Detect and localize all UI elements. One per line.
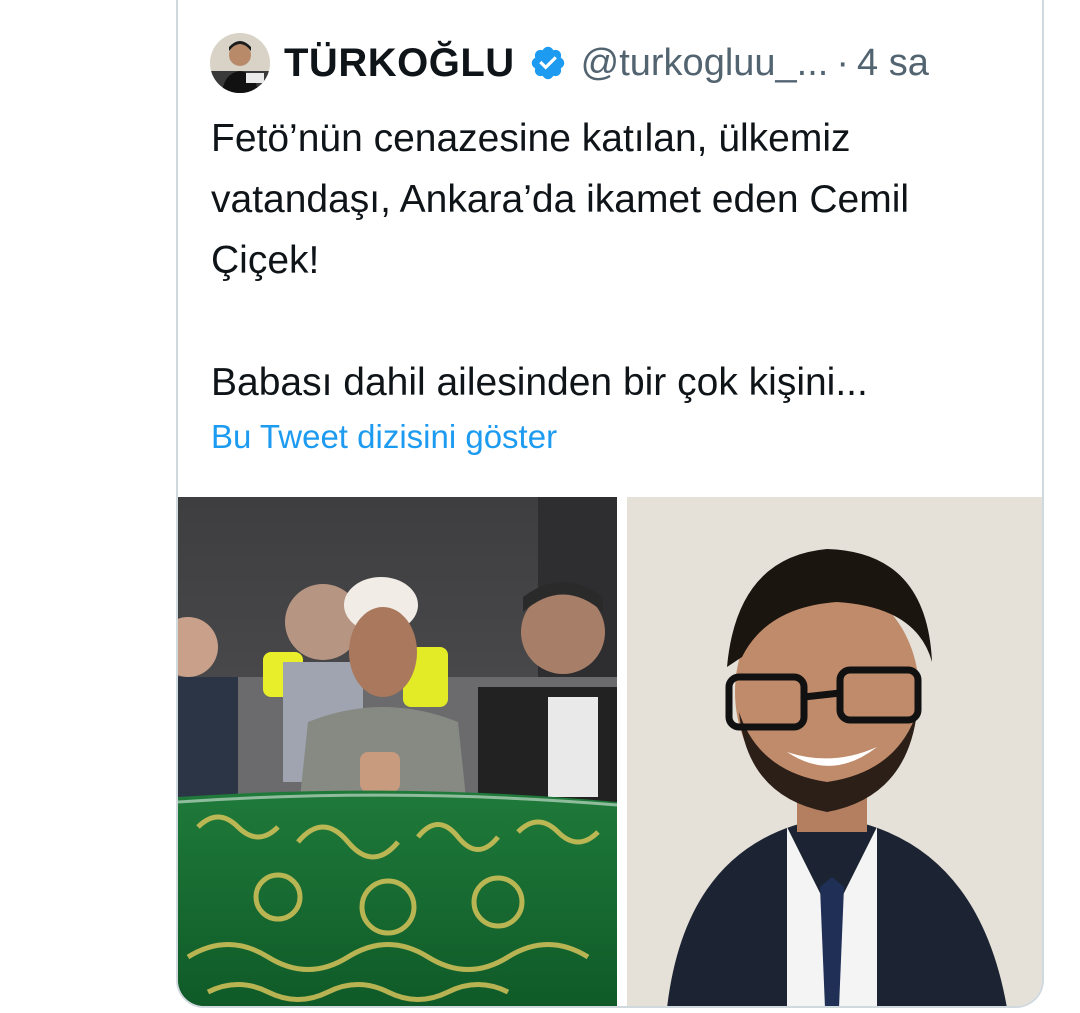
tweet-text: Fetö’nün cenazesine katılan, ülkemiz vat… — [211, 117, 910, 404]
tweet-timestamp[interactable]: 4 sa — [857, 42, 929, 85]
verified-badge-icon — [531, 46, 564, 80]
user-avatar[interactable] — [210, 33, 270, 93]
media-grid — [178, 497, 1042, 1006]
tweet-header: TÜRKOĞLU @turkogluu_... · 4 sa — [210, 32, 929, 94]
display-name[interactable]: TÜRKOĞLU — [284, 41, 515, 86]
show-thread-link[interactable]: Bu Tweet dizisini göster — [211, 418, 557, 456]
funeral-photo[interactable] — [178, 497, 617, 1006]
portrait-photo[interactable] — [627, 497, 1042, 1006]
quoted-tweet-card[interactable]: TÜRKOĞLU @turkogluu_... · 4 sa Fetö’nün … — [176, 0, 1044, 1008]
user-handle[interactable]: @turkogluu_... — [581, 42, 829, 85]
separator-dot: · — [836, 41, 850, 84]
